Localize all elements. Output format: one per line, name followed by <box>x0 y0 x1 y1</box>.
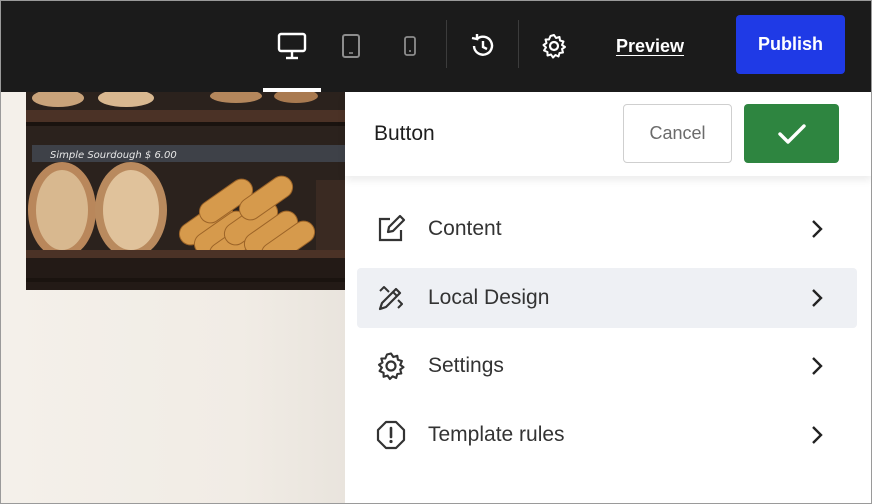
device-active-indicator <box>263 88 321 92</box>
panel-header: Button Cancel <box>345 92 872 176</box>
panel-title: Button <box>374 122 435 145</box>
bakery-image[interactable]: Simple Sourdough $ 6.00 <box>26 92 345 290</box>
edit-icon <box>378 214 406 242</box>
device-desktop-button[interactable] <box>270 0 314 92</box>
chevron-right-icon <box>812 426 823 444</box>
menu-item-label: Template rules <box>428 423 565 446</box>
alert-icon <box>376 420 406 450</box>
button-settings-panel: Button Cancel Content Local Design Setti… <box>345 92 872 504</box>
site-settings-button[interactable] <box>538 0 570 92</box>
history-icon <box>471 34 494 56</box>
confirm-button[interactable] <box>744 104 839 163</box>
history-button[interactable] <box>466 0 500 92</box>
chevron-right-icon <box>812 220 823 238</box>
chevron-right-icon <box>812 289 823 307</box>
menu-item-settings[interactable]: Settings <box>357 336 857 396</box>
menu-item-local-design[interactable]: Local Design <box>357 268 857 328</box>
toolbar-divider <box>518 20 519 68</box>
menu-item-content[interactable]: Content <box>357 199 857 259</box>
device-mobile-button[interactable] <box>398 0 422 92</box>
menu-item-label: Local Design <box>428 286 550 309</box>
publish-button[interactable]: Publish <box>736 15 845 74</box>
menu-item-label: Content <box>428 217 502 240</box>
check-icon <box>777 123 806 144</box>
menu-item-template-rules[interactable]: Template rules <box>357 405 857 465</box>
editor-toolbar: Preview Publish <box>0 0 872 92</box>
brush-icon <box>378 286 403 311</box>
chevron-right-icon <box>812 357 823 375</box>
preview-link[interactable]: Preview <box>600 0 700 92</box>
menu-item-label: Settings <box>428 354 504 377</box>
bread-shelf-photo: Simple Sourdough $ 6.00 <box>26 92 345 290</box>
gear-icon <box>377 352 405 381</box>
toolbar-divider <box>446 20 447 68</box>
gear-icon <box>542 34 566 59</box>
tablet-icon <box>342 34 360 58</box>
cancel-button[interactable]: Cancel <box>623 104 732 163</box>
desktop-icon <box>277 32 307 60</box>
mobile-icon <box>404 36 416 56</box>
device-tablet-button[interactable] <box>336 0 366 92</box>
sign-text: Simple Sourdough $ 6.00 <box>50 150 177 161</box>
